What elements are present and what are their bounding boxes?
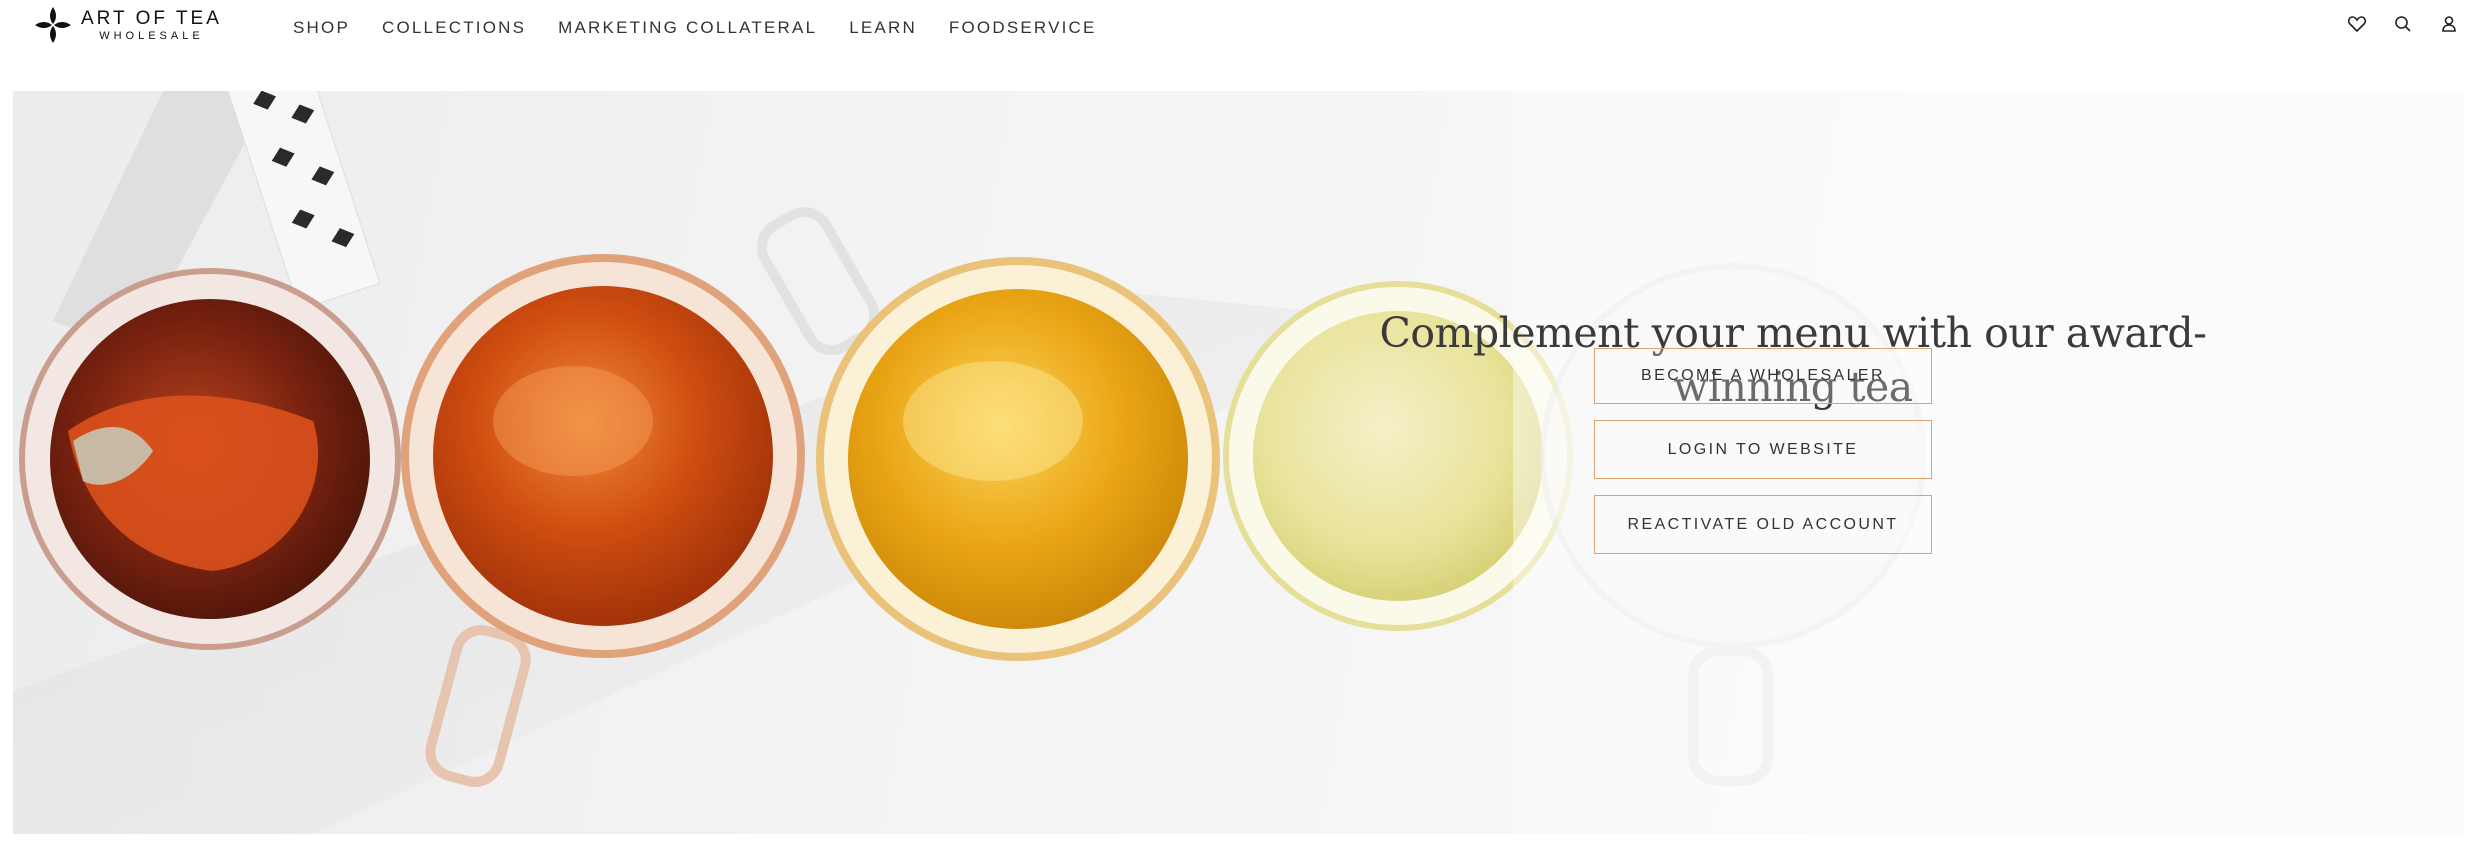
nav-item-marketing-collateral[interactable]: MARKETING COLLATERAL <box>558 18 817 38</box>
tea-cups-image <box>13 91 2465 834</box>
become-wholesaler-button[interactable]: BECOME A WHOLESALER <box>1594 348 1932 404</box>
brand-title: ART OF TEA <box>81 7 222 29</box>
nav-item-learn[interactable]: LEARN <box>849 18 917 38</box>
brand-text: ART OF TEA WHOLESALE <box>81 9 222 42</box>
header-actions <box>2347 14 2459 34</box>
brand-subtitle: WHOLESALE <box>99 29 204 42</box>
search-icon[interactable] <box>2393 14 2413 34</box>
tea-cup-1 <box>19 268 401 650</box>
site-header: ART OF TEA WHOLESALE SHOP COLLECTIONS MA… <box>0 0 2479 58</box>
nav-item-collections[interactable]: COLLECTIONS <box>382 18 526 38</box>
leaf-logo-icon <box>35 7 71 43</box>
main-nav: SHOP COLLECTIONS MARKETING COLLATERAL LE… <box>293 18 1129 38</box>
login-button[interactable]: LOGIN TO WEBSITE <box>1594 420 1932 479</box>
nav-item-foodservice[interactable]: FOODSERVICE <box>949 18 1097 38</box>
reactivate-account-button[interactable]: REACTIVATE OLD ACCOUNT <box>1594 495 1932 554</box>
hero-banner: Complement your menu with our award-winn… <box>13 91 2465 834</box>
heart-icon[interactable] <box>2347 14 2367 34</box>
brand-logo[interactable]: ART OF TEA WHOLESALE <box>33 5 222 45</box>
nav-item-shop[interactable]: SHOP <box>293 18 350 38</box>
user-icon[interactable] <box>2439 14 2459 34</box>
